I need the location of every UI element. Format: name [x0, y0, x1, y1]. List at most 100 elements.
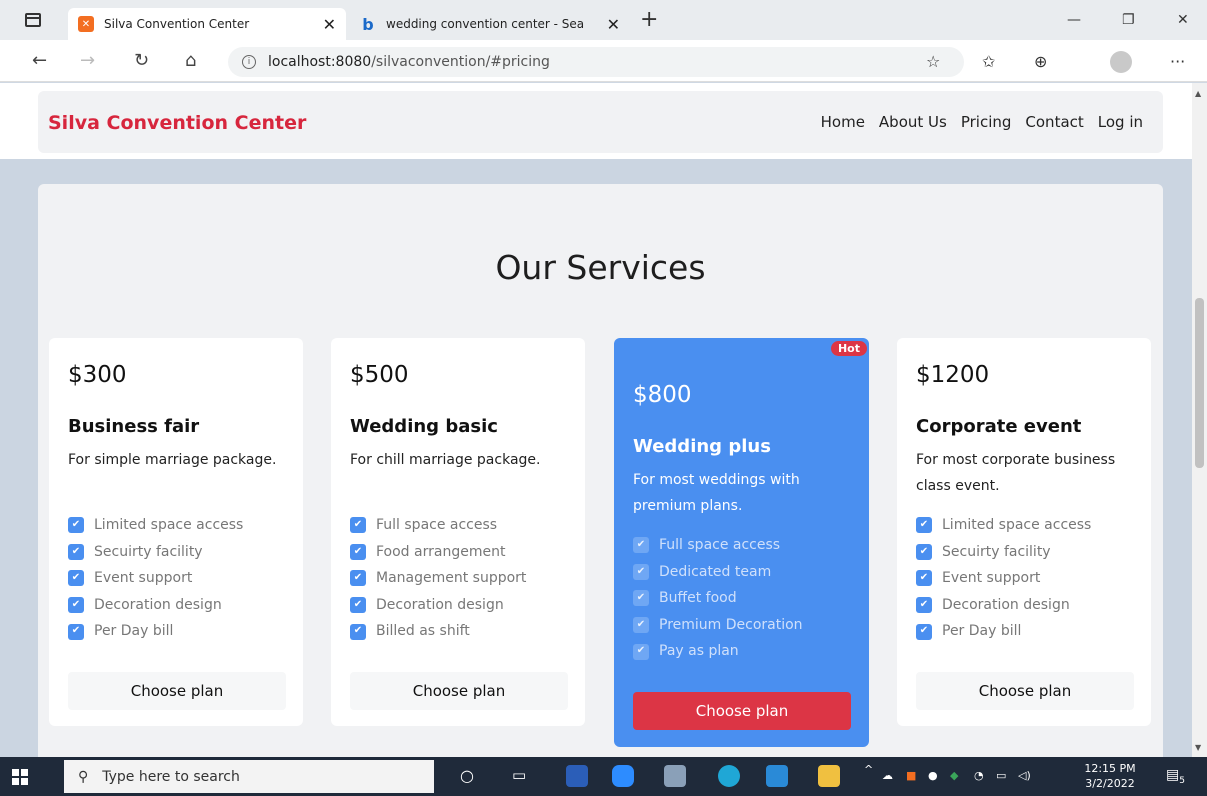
favorite-star-icon[interactable]: ☆	[926, 52, 940, 71]
forward-arrow-icon[interactable]: →	[80, 50, 95, 71]
vscode-app-icon[interactable]	[766, 765, 788, 787]
pricing-card-wedding-basic: $500 Wedding basic For chill marriage pa…	[331, 338, 585, 726]
list-item: ✔ Billed as shift	[350, 618, 526, 645]
windows-start-icon[interactable]	[12, 769, 28, 785]
plan-name: Business fair	[68, 416, 200, 437]
tab-silva[interactable]: ✕ Silva Convention Center ✕	[68, 8, 346, 40]
nav-pricing[interactable]: Pricing	[961, 113, 1012, 131]
nav-home[interactable]: Home	[821, 113, 865, 131]
site-brand[interactable]: Silva Convention Center	[48, 112, 306, 134]
tab-close-icon[interactable]: ✕	[607, 15, 620, 34]
services-title: Our Services	[495, 248, 706, 287]
feature-label: Limited space access	[942, 517, 1092, 533]
tray-expand-icon[interactable]: ^	[864, 763, 873, 776]
list-item: ✔ Secuirty facility	[68, 539, 243, 566]
profile-avatar[interactable]	[1110, 51, 1132, 73]
hot-badge: Hot	[830, 341, 867, 356]
xampp-tray-icon[interactable]: ■	[906, 769, 916, 782]
taskbar-search-input[interactable]: ⚲ Type here to search	[64, 760, 434, 793]
back-arrow-icon[interactable]: ←	[32, 50, 47, 71]
site-navbar: Silva Convention Center Home About Us Pr…	[0, 83, 1192, 159]
feature-label: Full space access	[659, 537, 781, 553]
checkbox-icon: ✔	[68, 570, 84, 587]
home-icon[interactable]: ⌂	[185, 50, 196, 71]
battery-icon[interactable]: ▭	[996, 769, 1006, 782]
volume-icon[interactable]: ◁)	[1018, 769, 1031, 782]
plan-features: ✔ Limited space access ✔ Secuirty facility…	[916, 512, 1091, 645]
search-placeholder: Type here to search	[102, 768, 240, 785]
feature-label: Per Day bill	[942, 623, 1022, 640]
tab-bing-search[interactable]: b wedding convention center - Sea ✕	[350, 8, 630, 40]
pricing-card-business-fair: $300 Business fair For simple marriage p…	[49, 338, 303, 726]
feature-label: Event support	[942, 570, 1041, 587]
plan-description: For most weddings with premium plans.	[633, 472, 800, 514]
feature-label: Buffet food	[659, 590, 737, 607]
tab-close-icon[interactable]: ✕	[323, 15, 336, 34]
list-item: ✔ Premium Decoration	[633, 612, 803, 639]
choose-plan-button[interactable]: Choose plan	[350, 672, 568, 710]
choose-plan-button[interactable]: Choose plan	[916, 672, 1134, 710]
favorites-list-icon[interactable]: ✩	[982, 52, 995, 71]
task-view-icon[interactable]: ▭	[512, 766, 526, 784]
system-clock[interactable]: 12:15 PM 3/2/2022	[1080, 761, 1140, 791]
checkbox-icon: ✔	[68, 597, 84, 614]
restore-icon[interactable]: ❐	[1122, 12, 1135, 28]
minimize-icon[interactable]: —	[1067, 12, 1081, 28]
feature-label: Decoration design	[94, 596, 222, 613]
collections-icon[interactable]: ⊕	[1034, 52, 1047, 71]
plan-price: $300	[68, 362, 127, 388]
feature-label: Food arrangement	[376, 543, 506, 560]
feature-label: Billed as shift	[376, 623, 470, 640]
tab-actions-icon[interactable]	[25, 13, 41, 27]
page-scrollbar[interactable]: ▲ ▼	[1192, 83, 1207, 757]
zoom-app-icon[interactable]	[612, 765, 634, 787]
list-item: ✔ Event support	[68, 565, 243, 592]
bing-favicon-icon: b	[362, 14, 374, 34]
plan-features: ✔ Full space access ✔ Food arrangement ✔ Ma…	[350, 512, 526, 645]
wifi-icon[interactable]: ◔	[974, 769, 984, 782]
list-item: ✔ Dedicated team	[633, 559, 803, 586]
window-close-icon[interactable]: ✕	[1177, 12, 1189, 28]
file-explorer-icon[interactable]	[818, 765, 840, 787]
list-item: ✔ Per Day bill	[916, 618, 1091, 645]
onedrive-icon[interactable]: ☁	[882, 769, 893, 782]
choose-plan-button[interactable]: Choose plan	[68, 672, 286, 710]
tray-shield-icon[interactable]: ◆	[950, 769, 958, 782]
pricing-card-corporate-event: $1200 Corporate event For most corporate…	[897, 338, 1151, 726]
new-tab-button[interactable]: +	[640, 9, 658, 31]
word-app-icon[interactable]	[566, 765, 588, 787]
refresh-icon[interactable]: ↻	[134, 50, 149, 71]
url-path: /silvaconvention/#pricing	[371, 54, 550, 70]
list-item: ✔ Secuirty facility	[916, 539, 1091, 566]
windows-taskbar: ⚲ Type here to search ○ ▭ ^ ☁ ■ ● ◆ ◔ ▭ …	[0, 757, 1207, 796]
checkbox-icon: ✔	[633, 590, 649, 607]
nav-log-in[interactable]: Log in	[1098, 113, 1143, 131]
site-info-icon[interactable]: i	[242, 55, 256, 69]
cortana-icon[interactable]: ○	[460, 766, 474, 785]
choose-plan-button[interactable]: Choose plan	[633, 692, 851, 730]
nav-contact[interactable]: Contact	[1025, 113, 1083, 131]
scroll-up-icon[interactable]: ▲	[1195, 89, 1201, 98]
list-item: ✔ Full space access	[350, 512, 526, 539]
scroll-down-icon[interactable]: ▼	[1195, 743, 1201, 752]
edge-app-icon[interactable]	[718, 765, 740, 787]
network-app-icon[interactable]	[664, 765, 686, 787]
checkbox-icon: ✔	[633, 643, 649, 660]
feature-label: Per Day bill	[94, 623, 174, 640]
feature-label: Secuirty facility	[942, 543, 1051, 560]
notification-icon[interactable]: ▤5	[1166, 767, 1185, 786]
address-bar[interactable]: i localhost:8080/silvaconvention/#pricin…	[228, 47, 964, 77]
settings-more-icon[interactable]: ···	[1170, 52, 1185, 71]
feature-label: Limited space access	[94, 517, 244, 533]
url-host: localhost:8080	[268, 54, 372, 70]
checkbox-icon: ✔	[68, 543, 84, 560]
scroll-thumb[interactable]	[1195, 298, 1204, 468]
checkbox-icon: ✔	[68, 623, 84, 640]
plan-name: Wedding basic	[350, 416, 498, 437]
tray-app-icon[interactable]: ●	[928, 769, 938, 782]
checkbox-icon: ✔	[916, 623, 932, 640]
nav-about-us[interactable]: About Us	[879, 113, 947, 131]
plan-price: $1200	[916, 362, 990, 388]
checkbox-icon: ✔	[633, 537, 649, 554]
list-item: ✔ Event support	[916, 565, 1091, 592]
